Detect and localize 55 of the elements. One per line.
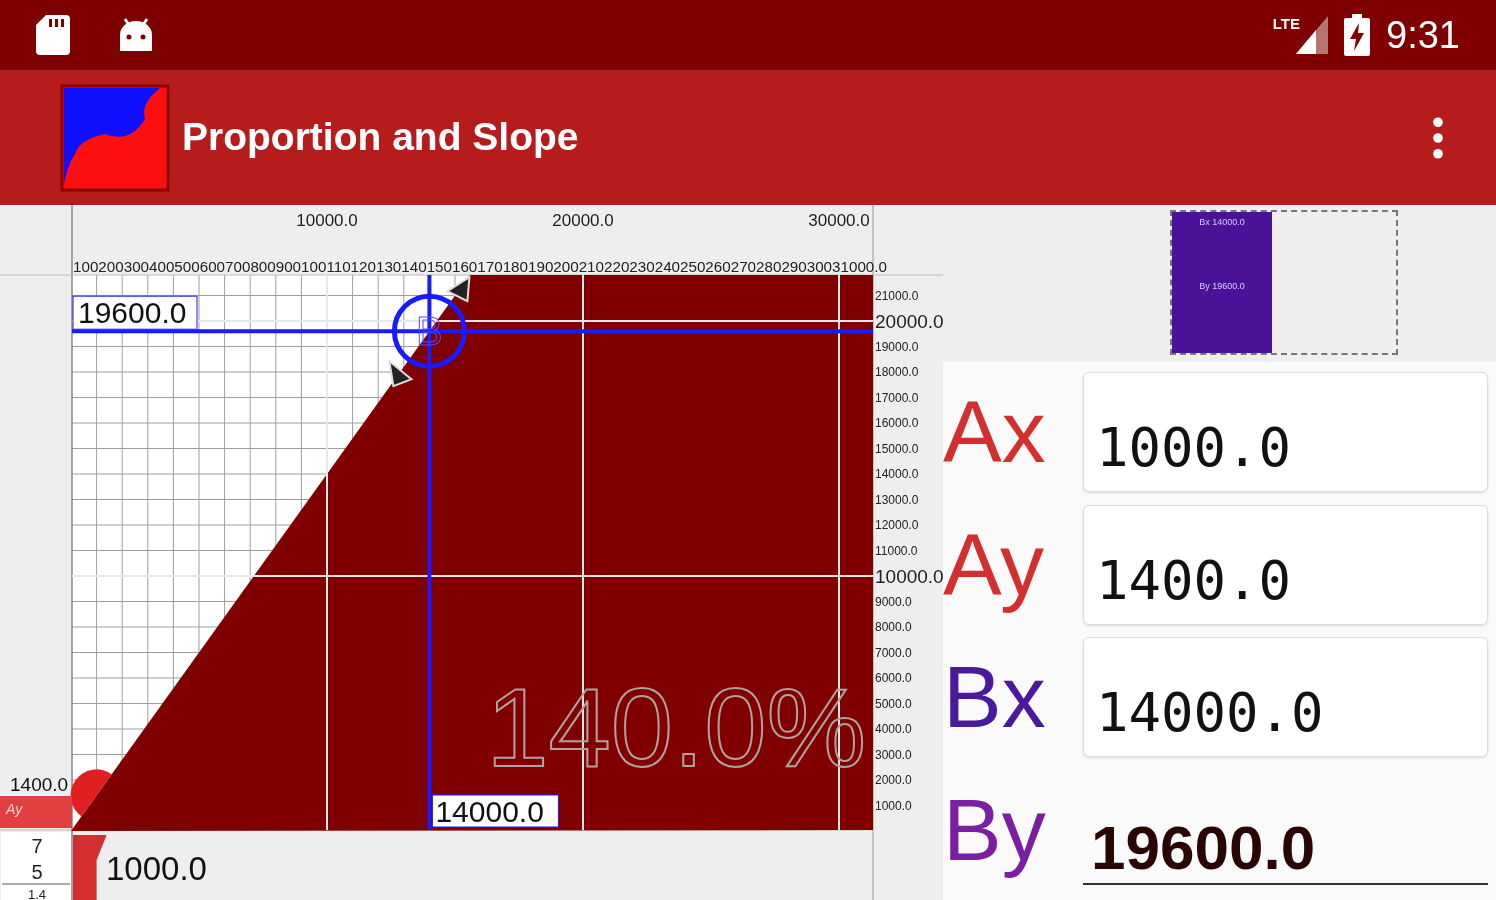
axis-label: 19000.0 [875, 339, 919, 354]
plot-canvas[interactable] [0, 205, 943, 900]
axis-label: 1000.0 [875, 798, 912, 813]
axis-label: 10020030040050060070080090010011012013014015016017018019020021022023024025026027028029030031000.0 [73, 258, 887, 275]
axis-label: 4000.0 [875, 722, 912, 736]
axis-label: 6000.0 [875, 671, 912, 685]
axis-label: 20000.0 [875, 311, 943, 332]
value-label: 1000.0 [106, 850, 207, 887]
value-tag: Ay [0, 796, 72, 828]
axis-label: 3000.0 [875, 747, 912, 762]
value-label: 1400.0 [10, 774, 69, 796]
axis-label: 14000.0 [875, 467, 919, 481]
axis-label: 15000.0 [875, 441, 919, 456]
axis-label: 13000.0 [875, 492, 919, 507]
arrow-handle-icon[interactable] [445, 275, 471, 303]
axis-label: 17000.0 [875, 390, 919, 405]
axis-label: 2000.0 [875, 773, 912, 787]
thumbnail-frame[interactable]: Bx 14000.0 By 19600.0 [1170, 210, 1398, 355]
android-icon [118, 17, 154, 53]
axis-label: 9000.0 [875, 594, 912, 609]
thumbnail-label: By 19600.0 [1199, 279, 1245, 293]
axis-label: 20000.0 [552, 211, 614, 230]
value-field[interactable]: 1000.0 [1083, 372, 1488, 493]
axis-label: 8000.0 [875, 620, 912, 634]
axis-label: 10000.0 [875, 566, 943, 587]
ratio-numerator: 7 [31, 835, 43, 857]
sd-card-icon [36, 15, 70, 55]
field-label: Bx [943, 653, 1047, 742]
axis-label: 11000.0 [875, 543, 918, 558]
axis-label: 10000.0 [296, 211, 358, 230]
value-bar [73, 835, 107, 900]
ratio-value: 1.4 [27, 887, 47, 900]
clock: 9:31 [1386, 16, 1460, 54]
battery-charging-icon [1344, 14, 1371, 56]
axis-label: 7000.0 [875, 645, 912, 660]
ratio-cell-background [1, 832, 71, 900]
value-field[interactable]: 14000.0 [1083, 637, 1488, 758]
arrow-handle-icon[interactable] [388, 358, 414, 388]
axis-label: 21000.0 [875, 288, 919, 303]
ratio-denominator: 5 [31, 861, 43, 883]
point-a-marker[interactable] [70, 769, 112, 817]
axis-label: 16000.0 [875, 416, 919, 430]
field-label: Ax [943, 388, 1047, 477]
thumbnail-label: Bx 14000.0 [1199, 216, 1245, 229]
value-field[interactable]: 1400.0 [1083, 504, 1488, 625]
app-logo-icon [60, 83, 170, 192]
more-vert-icon [1432, 116, 1444, 159]
axis-label: 5000.0 [875, 696, 912, 711]
app-title: Proportion and Slope [182, 114, 579, 161]
axis-label: 30000.0 [808, 211, 870, 230]
value-tag: 19600.0 [72, 295, 198, 330]
axis-label: 12000.0 [875, 518, 919, 532]
value-field[interactable]: 19600.0 [1083, 774, 1488, 885]
value-tag: 14000.0 [431, 794, 559, 828]
axis-label: 18000.0 [875, 365, 919, 379]
